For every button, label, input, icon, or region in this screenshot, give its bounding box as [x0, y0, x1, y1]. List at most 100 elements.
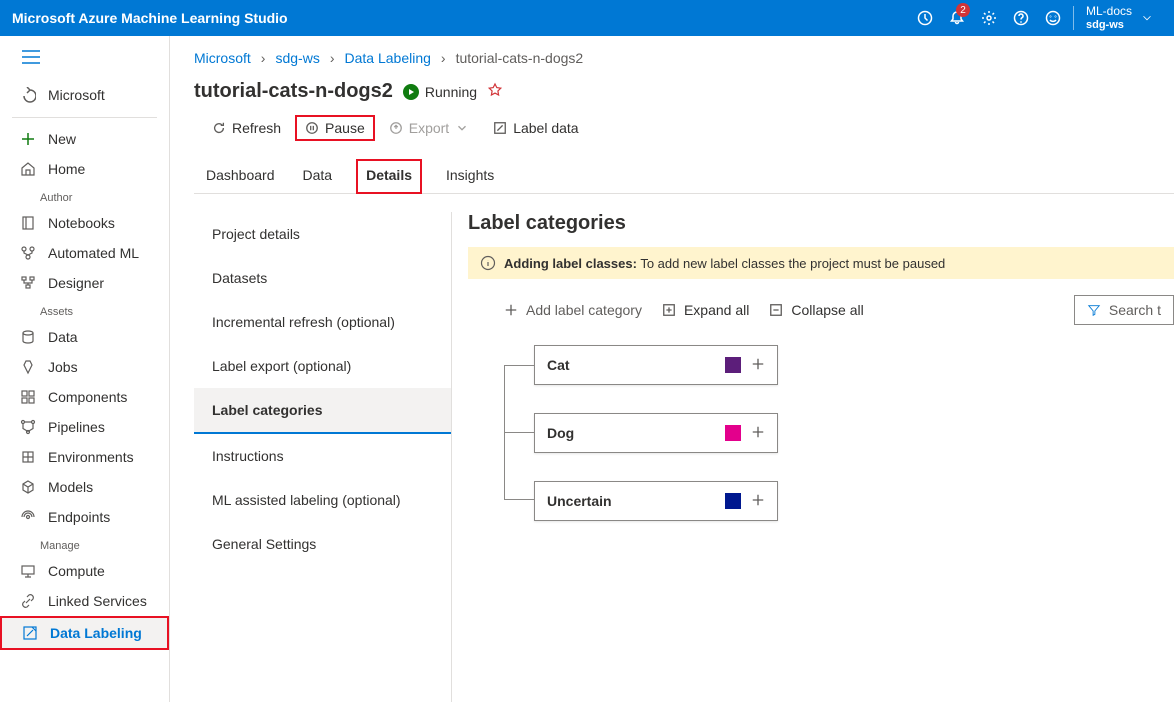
sidebar-item-endpoints[interactable]: Endpoints	[0, 502, 169, 532]
sidebar-item-notebooks[interactable]: Notebooks	[0, 208, 169, 238]
tab-details[interactable]: Details	[356, 159, 422, 194]
pipelines-icon	[20, 419, 36, 435]
breadcrumb-current: tutorial-cats-n-dogs2	[456, 50, 584, 66]
sidebar-item-linked[interactable]: Linked Services	[0, 586, 169, 616]
link-icon	[20, 593, 36, 609]
content: Microsoft › sdg-ws › Data Labeling › tut…	[170, 36, 1174, 702]
label-card[interactable]: Cat	[534, 345, 778, 385]
plus-icon	[20, 131, 36, 147]
sidebar: Microsoft New Home Author Notebooks Auto…	[0, 36, 170, 702]
label-card[interactable]: Uncertain	[534, 481, 778, 521]
favorite-star-icon[interactable]	[487, 82, 503, 101]
detail-item-categories[interactable]: Label categories	[194, 388, 451, 434]
export-button[interactable]: Export	[379, 115, 479, 141]
automl-icon	[20, 245, 36, 261]
chevron-right-icon: ›	[330, 50, 335, 66]
home-icon	[20, 161, 36, 177]
add-category-button[interactable]: Add label category	[504, 302, 642, 318]
tabs: Dashboard Data Details Insights	[194, 159, 1174, 194]
color-swatch	[725, 493, 741, 509]
new-button[interactable]: New	[0, 124, 169, 154]
category-toolbar: Add label category Expand all Collapse a…	[468, 295, 1174, 325]
breadcrumb-labeling[interactable]: Data Labeling	[345, 50, 431, 66]
color-swatch	[725, 425, 741, 441]
detail-item-project[interactable]: Project details	[194, 212, 451, 256]
chevron-down-icon	[455, 121, 469, 135]
workspace-selector[interactable]: ML-docs sdg-ws	[1078, 4, 1162, 32]
notifications-icon[interactable]: 2	[941, 0, 973, 36]
collapse-all-button[interactable]: Collapse all	[769, 302, 863, 318]
label-card[interactable]: Dog	[534, 413, 778, 453]
section-assets: Assets	[0, 298, 169, 322]
sidebar-item-home[interactable]: Home	[0, 154, 169, 184]
detail-sidebar: Project details Datasets Incremental ref…	[194, 212, 452, 702]
section-title: Label categories	[468, 212, 1174, 235]
compute-icon	[20, 563, 36, 579]
info-icon	[480, 255, 496, 271]
sidebar-item-compute[interactable]: Compute	[0, 556, 169, 586]
components-icon	[20, 389, 36, 405]
info-bar: Adding label classes: To add new label c…	[468, 247, 1174, 279]
hamburger-button[interactable]	[0, 50, 169, 79]
ws-user: ML-docs	[1086, 4, 1132, 18]
breadcrumb-ws[interactable]: sdg-ws	[275, 50, 319, 66]
search-input[interactable]: Search t	[1074, 295, 1174, 325]
detail-item-datasets[interactable]: Datasets	[194, 256, 451, 300]
color-swatch	[725, 357, 741, 373]
label-data-button[interactable]: Label data	[483, 115, 588, 141]
sidebar-item-components[interactable]: Components	[0, 382, 169, 412]
section-manage: Manage	[0, 532, 169, 556]
environments-icon	[20, 449, 36, 465]
feedback-icon[interactable]	[1037, 0, 1069, 36]
sidebar-item-environments[interactable]: Environments	[0, 442, 169, 472]
label-name: Cat	[547, 357, 715, 373]
jobs-icon	[20, 359, 36, 375]
toolbar: Refresh Pause Export Label data	[194, 115, 1174, 141]
detail-item-instructions[interactable]: Instructions	[194, 434, 451, 478]
status-badge: Running	[403, 84, 477, 100]
breadcrumb: Microsoft › sdg-ws › Data Labeling › tut…	[194, 50, 1174, 66]
notification-badge: 2	[956, 3, 970, 17]
app-title: Microsoft Azure Machine Learning Studio	[12, 10, 288, 26]
data-icon	[20, 329, 36, 345]
models-icon	[20, 479, 36, 495]
ws-name: sdg-ws	[1086, 18, 1132, 32]
label-tree: Cat Dog Uncertain	[468, 345, 1174, 521]
sidebar-item-automl[interactable]: Automated ML	[0, 238, 169, 268]
filter-icon	[1087, 303, 1101, 317]
recent-icon[interactable]	[909, 0, 941, 36]
breadcrumb-microsoft[interactable]: Microsoft	[194, 50, 251, 66]
expand-all-button[interactable]: Expand all	[662, 302, 749, 318]
back-label: Microsoft	[48, 87, 105, 103]
sidebar-item-jobs[interactable]: Jobs	[0, 352, 169, 382]
add-child-button[interactable]	[751, 425, 765, 442]
tab-insights[interactable]: Insights	[442, 159, 498, 193]
help-icon[interactable]	[1005, 0, 1037, 36]
label-name: Uncertain	[547, 493, 715, 509]
endpoints-icon	[20, 509, 36, 525]
tab-dashboard[interactable]: Dashboard	[202, 159, 279, 193]
refresh-button[interactable]: Refresh	[202, 115, 291, 141]
detail-item-export[interactable]: Label export (optional)	[194, 344, 451, 388]
sidebar-item-pipelines[interactable]: Pipelines	[0, 412, 169, 442]
sidebar-item-data[interactable]: Data	[0, 322, 169, 352]
designer-icon	[20, 275, 36, 291]
detail-item-incremental[interactable]: Incremental refresh (optional)	[194, 300, 451, 344]
back-button[interactable]: Microsoft	[0, 79, 169, 111]
chevron-right-icon: ›	[261, 50, 266, 66]
sidebar-item-designer[interactable]: Designer	[0, 268, 169, 298]
detail-item-mlassist[interactable]: ML assisted labeling (optional)	[194, 478, 451, 522]
settings-icon[interactable]	[973, 0, 1005, 36]
pause-button[interactable]: Pause	[295, 115, 375, 141]
chevron-down-icon	[1140, 11, 1154, 25]
add-child-button[interactable]	[751, 357, 765, 374]
sidebar-item-models[interactable]: Models	[0, 472, 169, 502]
label-name: Dog	[547, 425, 715, 441]
detail-content: Label categories Adding label classes: T…	[452, 212, 1174, 702]
sidebar-item-labeling[interactable]: Data Labeling	[0, 616, 169, 650]
page-title: tutorial-cats-n-dogs2	[194, 80, 393, 103]
tab-data[interactable]: Data	[299, 159, 337, 193]
add-child-button[interactable]	[751, 493, 765, 510]
labeling-icon	[22, 625, 38, 641]
detail-item-general[interactable]: General Settings	[194, 522, 451, 566]
